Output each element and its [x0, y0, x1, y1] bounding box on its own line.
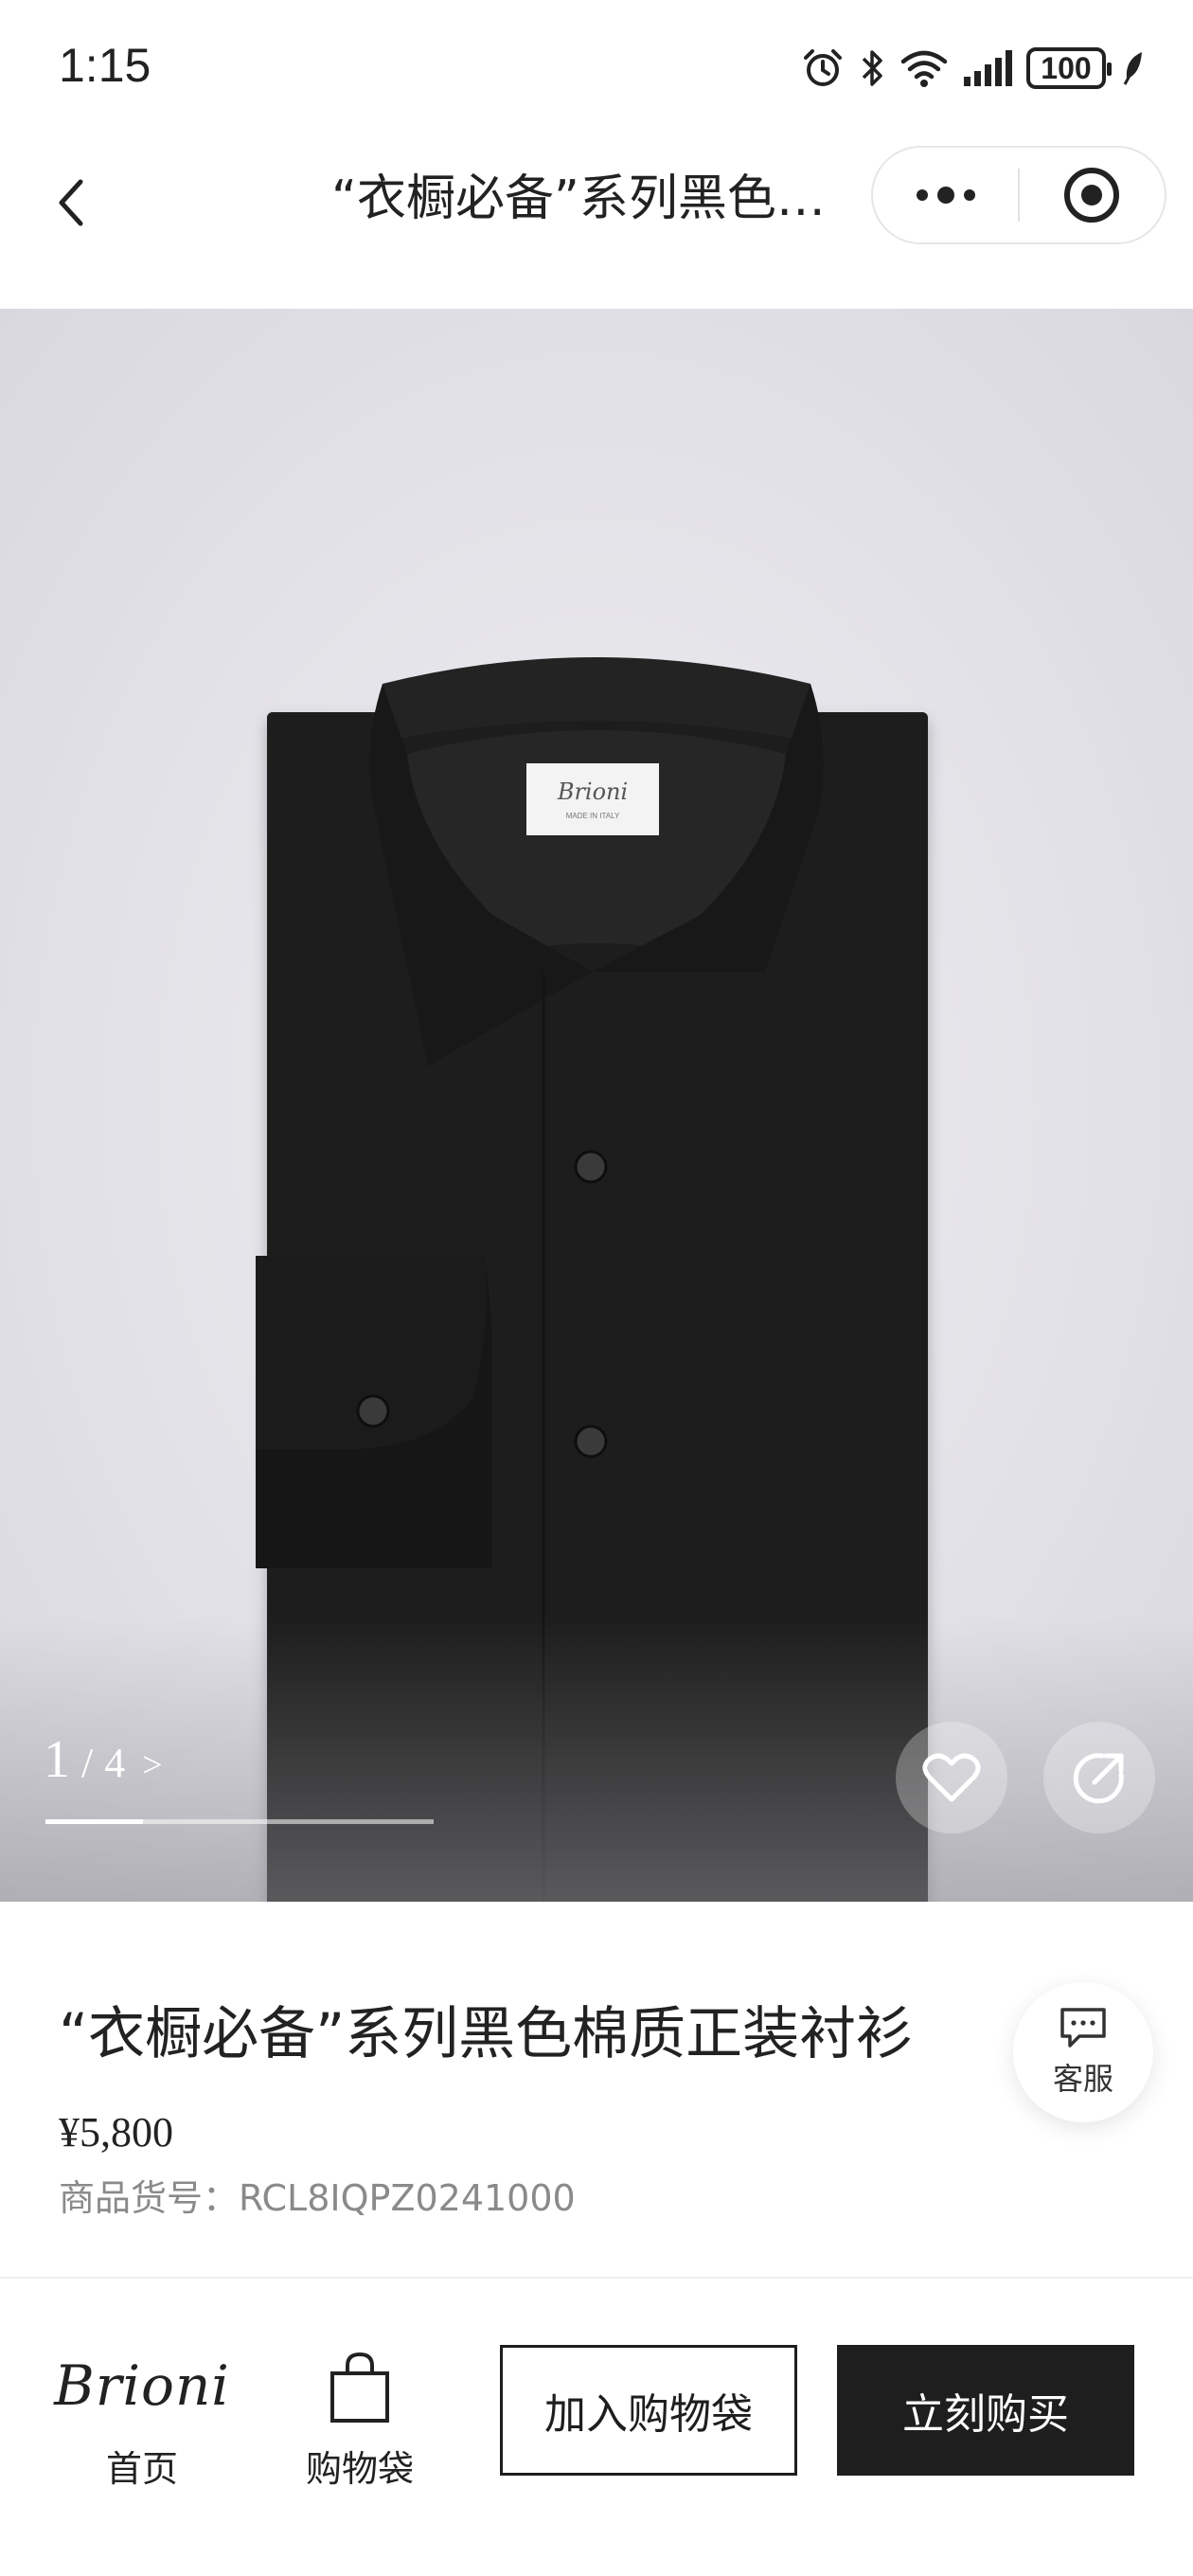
share-icon: [1073, 1753, 1124, 1804]
alarm-icon: [804, 49, 842, 86]
product-title: “衣橱必备”系列黑色棉质正装衬衫: [59, 2001, 914, 2067]
close-miniprogram-button[interactable]: [1020, 148, 1165, 242]
sku-value: RCL8IQPZ0241000: [239, 2177, 576, 2219]
nav-bar: “衣橱必备”系列黑色棉质正装衬衫: [0, 133, 1193, 313]
pager-separator: /: [81, 1740, 94, 1786]
chevron-left-icon: [59, 179, 83, 226]
nav-title: “衣橱必备”系列黑色棉质正装衬衫: [331, 170, 852, 227]
wifi-icon: [900, 50, 948, 87]
leaf-icon: [1123, 52, 1142, 85]
tab-shopping-bag[interactable]: 购物袋: [284, 2345, 436, 2492]
status-bar: 1:15 100: [0, 0, 1193, 133]
miniprogram-capsule: [871, 146, 1166, 244]
product-sku: 商品货号：RCL8IQPZ0241000: [59, 2169, 576, 2221]
more-dots-icon: [916, 187, 975, 204]
image-pager[interactable]: 1 / 4 >: [44, 1729, 163, 1790]
heart-icon: [922, 1753, 981, 1802]
shirt-label-brand: Brioni: [557, 778, 628, 805]
product-price: ¥5,800: [59, 2109, 173, 2156]
add-to-bag-button[interactable]: 加入购物袋: [500, 2345, 797, 2476]
tab-home[interactable]: Brioni 首页: [54, 2345, 230, 2492]
battery-level: 100: [1041, 50, 1092, 85]
battery-icon: 100: [1026, 47, 1112, 89]
pager-next[interactable]: >: [142, 1744, 162, 1786]
product-image-gallery[interactable]: Brioni MADE IN ITALY 1 / 4 >: [0, 309, 1193, 1902]
pager-total: 4: [104, 1740, 126, 1786]
gallery-progress-fill: [45, 1819, 143, 1824]
customer-service-button[interactable]: 客服: [1013, 1982, 1153, 2122]
pager-current: 1: [44, 1730, 70, 1789]
bluetooth-icon: [862, 50, 882, 86]
chat-bubble-icon: [1060, 2008, 1106, 2048]
shirt-label-sub: MADE IN ITALY: [566, 812, 620, 820]
gallery-progress-track: [45, 1819, 434, 1824]
more-button[interactable]: [873, 148, 1018, 242]
signal-icon: [964, 50, 1012, 86]
bottom-bar: Brioni 首页 购物袋 加入购物袋 立刻购买: [0, 2279, 1193, 2576]
tab-bag-label: 购物袋: [305, 2448, 414, 2490]
product-info: “衣橱必备”系列黑色棉质正装衬衫 ¥5,800 商品货号：RCL8IQPZ024…: [0, 1902, 1193, 2281]
hero-bottom-shade: [0, 1618, 1193, 1902]
status-icons: 100: [801, 42, 1148, 95]
buy-now-button[interactable]: 立刻购买: [837, 2345, 1134, 2476]
shopping-bag-icon: [330, 2352, 389, 2423]
favorite-button[interactable]: [896, 1722, 1007, 1834]
customer-service-label: 客服: [1052, 2061, 1113, 2097]
back-button[interactable]: [38, 155, 104, 250]
product-page: 1:15 100 “衣橱必备”系列黑色棉 Brioni MADE IN ITAL…: [0, 0, 1193, 2576]
brand-logo: Brioni: [54, 2353, 230, 2418]
share-button[interactable]: [1043, 1722, 1155, 1834]
tab-home-label: 首页: [105, 2448, 178, 2490]
target-icon: [1064, 168, 1120, 223]
status-time: 1:15: [59, 39, 151, 92]
sku-label: 商品货号：: [59, 2177, 240, 2219]
